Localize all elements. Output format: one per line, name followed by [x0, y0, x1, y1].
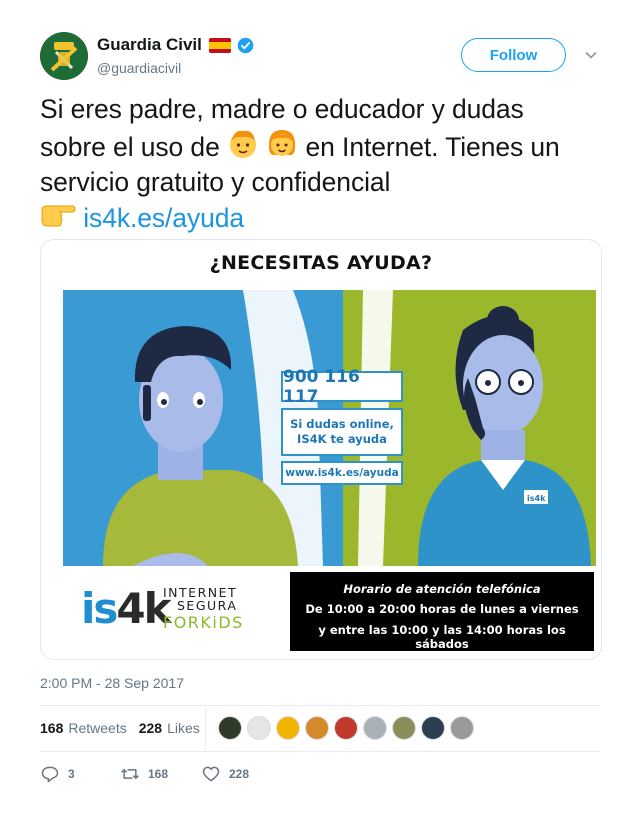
- logo-4k: 4k: [116, 584, 171, 633]
- online-help-line-2: IS4K te ayuda: [297, 432, 387, 446]
- online-help-box: Si dudas online, IS4K te ayuda: [281, 408, 403, 456]
- girl-emoji-icon: [269, 130, 296, 156]
- liker-avatar[interactable]: [305, 716, 329, 740]
- follow-button[interactable]: Follow: [461, 38, 566, 72]
- retweets-stat-label: Retweets: [68, 720, 127, 736]
- logo-is: is: [81, 584, 118, 633]
- tweet-actions: 3 168 228: [40, 764, 340, 784]
- liker-avatar[interactable]: [363, 716, 387, 740]
- schedule-line-2: y entre las 10:00 y las 14:00 horas los …: [318, 623, 566, 651]
- is4k-logo-mark: is4k: [81, 584, 172, 633]
- like-action[interactable]: 228: [201, 764, 249, 784]
- verified-badge-icon: [237, 37, 254, 53]
- account-handle[interactable]: @guardiacivil: [97, 60, 181, 76]
- online-help-line-1: Si dudas online,: [290, 417, 394, 431]
- tweet-link[interactable]: is4k.es/ayuda: [83, 203, 244, 233]
- tweet-line-1: Si eres padre, madre o educador y dudas: [40, 94, 524, 124]
- tweet-header: Guardia Civil @guardiacivil Follow: [40, 32, 605, 82]
- tweet-stats: 168 Retweets 228 Likes: [40, 720, 212, 736]
- logo-line-2: SEGURA: [177, 598, 238, 613]
- likes-stat[interactable]: 228 Likes: [139, 720, 200, 736]
- name-row: Guardia Civil: [97, 35, 254, 55]
- tweet-media-image[interactable]: ¿NECESITAS AYUDA? is4k 900 116 117 Si du…: [40, 239, 602, 660]
- schedule-title: Horario de atención telefónica: [343, 582, 541, 596]
- tweet-line-2: sobre el uso de en Internet. Tienes un: [40, 127, 605, 165]
- pointing-right-emoji-icon: [41, 205, 76, 227]
- tweet-timestamp[interactable]: 2:00 PM - 28 Sep 2017: [40, 675, 184, 691]
- account-name[interactable]: Guardia Civil: [97, 35, 202, 55]
- spain-flag-icon: [208, 37, 231, 53]
- helpline-number: 900 116 117: [281, 367, 403, 407]
- likes-stat-count: 228: [138, 720, 163, 736]
- likes-stat-label: Likes: [167, 720, 200, 736]
- liker-avatar[interactable]: [450, 716, 474, 740]
- account-avatar[interactable]: [40, 32, 88, 80]
- schedule-line-1: De 10:00 a 20:00 horas de lunes a vierne…: [305, 602, 579, 616]
- reply-count: 3: [68, 767, 75, 781]
- schedule-box: Horario de atención telefónica De 10:00 …: [290, 572, 594, 651]
- tweet-text: Si eres padre, madre o educador y dudas …: [40, 92, 605, 236]
- divider-bottom: [40, 751, 600, 752]
- reply-icon: [41, 766, 59, 783]
- divider-top: [40, 705, 600, 706]
- tweet-line-2-start: sobre el uso de: [40, 132, 220, 162]
- reply-action[interactable]: 3: [40, 764, 75, 784]
- tweet-line-3: servicio gratuito y confidencial: [40, 167, 391, 197]
- liker-avatar[interactable]: [392, 716, 416, 740]
- stats-separator: [205, 708, 206, 749]
- liker-avatar[interactable]: [276, 716, 300, 740]
- logo-line-3: FORKiDS: [163, 613, 244, 632]
- liker-avatar[interactable]: [334, 716, 358, 740]
- like-count: 228: [229, 767, 250, 781]
- is4k-logo: is4k INTERNET SEGURA FORKiDS: [81, 580, 261, 640]
- retweet-count: 168: [148, 767, 169, 781]
- retweet-icon: [121, 768, 139, 780]
- poster-url: www.is4k.es/ayuda: [281, 461, 403, 485]
- retweets-stat-count: 168: [40, 720, 64, 736]
- chevron-down-icon[interactable]: [584, 48, 598, 62]
- retweets-stat[interactable]: 168 Retweets: [40, 720, 127, 736]
- badge-text: is4k: [527, 494, 546, 503]
- boy-emoji-icon: [229, 130, 256, 158]
- liker-avatar[interactable]: [247, 716, 271, 740]
- tweet-line-2-end: en Internet. Tienes un: [305, 132, 560, 162]
- liker-avatar[interactable]: [218, 716, 242, 740]
- poster-title: ¿NECESITAS AYUDA?: [209, 252, 433, 274]
- liker-avatars: [218, 716, 479, 740]
- tweet-line-4: is4k.es/ayuda: [40, 200, 605, 236]
- liker-avatar[interactable]: [421, 716, 445, 740]
- heart-icon: [202, 766, 220, 782]
- retweet-action[interactable]: 168: [120, 764, 168, 784]
